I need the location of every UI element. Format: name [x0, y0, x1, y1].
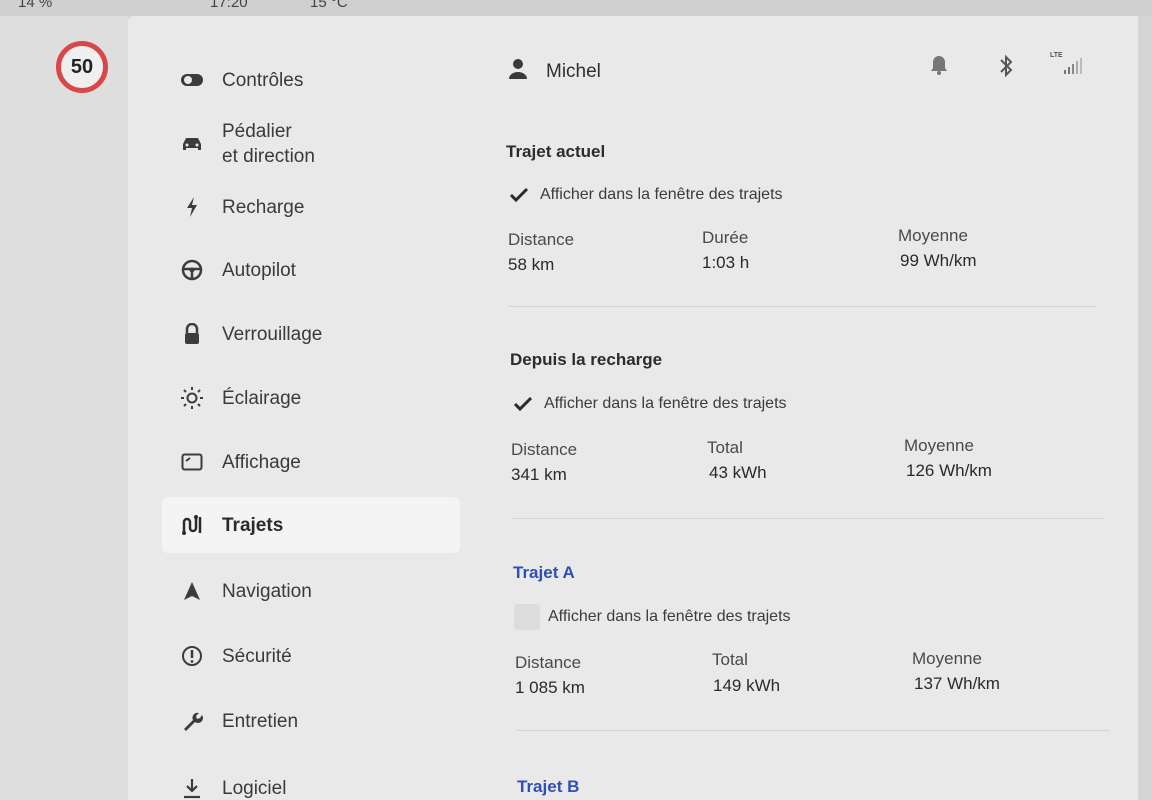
- temperature-text: 15 °C: [310, 0, 348, 11]
- checkbox-row-since-charge[interactable]: Afficher dans la fenêtre des trajets: [510, 391, 787, 417]
- checkbox-current[interactable]: [506, 182, 532, 208]
- stat-label: Moyenne: [904, 436, 974, 455]
- sidebar-item-controles[interactable]: Contrôles: [162, 52, 460, 108]
- speed-limit-sign: 50: [56, 41, 108, 93]
- stat-value: 341 km: [511, 465, 567, 484]
- stat-value: 149 kWh: [713, 676, 781, 695]
- sidebar-item-label: Entretien: [222, 710, 299, 732]
- sidebar-item-pedalier[interactable]: Pédalier et direction: [162, 116, 460, 172]
- bluetooth-icon[interactable]: [998, 54, 1014, 83]
- stat-label: Moyenne: [912, 649, 982, 668]
- divider: [516, 730, 1110, 731]
- battery-text: 14 %: [18, 0, 53, 11]
- toggle-icon: [180, 68, 204, 92]
- divider: [512, 518, 1104, 519]
- sidebar-item-label: Affichage: [222, 451, 301, 473]
- status-strip: 14 % 17:20 15 °C: [0, 0, 1152, 16]
- user-profile[interactable]: Michel: [508, 58, 601, 86]
- sidebar-item-label: Navigation: [222, 580, 312, 602]
- lte-label: LTE: [1050, 52, 1063, 59]
- section-title-trip-b[interactable]: Trajet B: [517, 777, 579, 797]
- section-title-since-charge: Depuis la recharge: [510, 350, 663, 369]
- sun-icon: [180, 386, 204, 410]
- checkbox-label: Afficher dans la fenêtre des trajets: [544, 395, 787, 412]
- sidebar-item-affichage[interactable]: Affichage: [162, 434, 460, 490]
- section-title-current: Trajet actuel: [506, 142, 606, 161]
- wrench-icon: [180, 709, 204, 733]
- bell-icon[interactable]: [930, 54, 948, 81]
- sidebar-item-eclairage[interactable]: Éclairage: [162, 370, 460, 426]
- sidebar-item-label: Verrouillage: [222, 323, 323, 345]
- lightning-icon: [180, 195, 204, 219]
- sidebar-item-navigation[interactable]: Navigation: [162, 563, 460, 619]
- right-edge: [1138, 16, 1152, 800]
- stat-label: Moyenne: [898, 226, 968, 245]
- sidebar-item-label: Trajets: [222, 514, 284, 536]
- sidebar-item-label: Éclairage: [222, 387, 302, 409]
- sidebar-item-autopilot[interactable]: Autopilot: [162, 242, 460, 298]
- stat-value: 99 Wh/km: [900, 251, 977, 270]
- section-title-trip-a[interactable]: Trajet A: [513, 563, 575, 583]
- divider: [508, 306, 1096, 307]
- stat-label: Distance: [508, 230, 575, 249]
- route-icon: [180, 513, 204, 537]
- sidebar-item-label: Contrôles: [222, 69, 304, 91]
- lock-icon: [180, 322, 204, 346]
- stat-value: 126 Wh/km: [906, 461, 992, 480]
- sidebar-item-label: Recharge: [222, 196, 305, 218]
- stat-value: 1 085 km: [515, 678, 585, 697]
- checkbox-trip-a[interactable]: [514, 604, 540, 630]
- car-icon: [180, 132, 204, 156]
- stat-label: Total: [712, 650, 748, 669]
- sidebar-item-label: Autopilot: [222, 259, 296, 281]
- stat-value: 58 km: [508, 255, 555, 274]
- navigation-arrow-icon: [180, 579, 204, 603]
- user-icon: [508, 58, 528, 86]
- stat-label: Total: [707, 438, 743, 457]
- alert-circle-icon: [180, 644, 204, 668]
- stat-value: 1:03 h: [702, 253, 750, 272]
- checkbox-label: Afficher dans la fenêtre des trajets: [540, 186, 783, 203]
- left-rail: [0, 16, 128, 800]
- speed-limit-value: 50: [70, 55, 94, 78]
- stat-label: Durée: [702, 228, 749, 247]
- sidebar-item-logiciel[interactable]: Logiciel: [162, 760, 460, 800]
- sidebar-item-entretien[interactable]: Entretien: [162, 693, 460, 749]
- download-icon: [180, 776, 204, 800]
- steering-wheel-icon: [180, 258, 204, 282]
- stat-value: 43 kWh: [709, 463, 767, 482]
- lte-signal-icon: LTE: [1050, 52, 1086, 83]
- checkbox-row-trip-a[interactable]: Afficher dans la fenêtre des trajets: [514, 604, 791, 630]
- sidebar-item-label: Sécurité: [222, 645, 292, 667]
- stat-label: Distance: [515, 653, 582, 672]
- sidebar-item-label: Pédalier et direction: [222, 121, 315, 167]
- checkbox-label: Afficher dans la fenêtre des trajets: [548, 608, 791, 625]
- clock-text: 17:20: [210, 0, 248, 11]
- sidebar-item-verrouillage[interactable]: Verrouillage: [162, 306, 460, 362]
- sidebar-item-recharge[interactable]: Recharge: [162, 179, 460, 235]
- sidebar-item-securite[interactable]: Sécurité: [162, 628, 460, 684]
- sidebar-item-trajets[interactable]: Trajets: [162, 497, 460, 553]
- checkbox-since-charge[interactable]: [510, 391, 536, 417]
- user-name: Michel: [546, 61, 601, 82]
- sidebar-item-label: Logiciel: [222, 777, 287, 799]
- stat-label: Distance: [511, 440, 578, 459]
- display-icon: [180, 450, 204, 474]
- checkbox-row-current[interactable]: Afficher dans la fenêtre des trajets: [506, 182, 783, 208]
- stat-value: 137 Wh/km: [914, 674, 1000, 693]
